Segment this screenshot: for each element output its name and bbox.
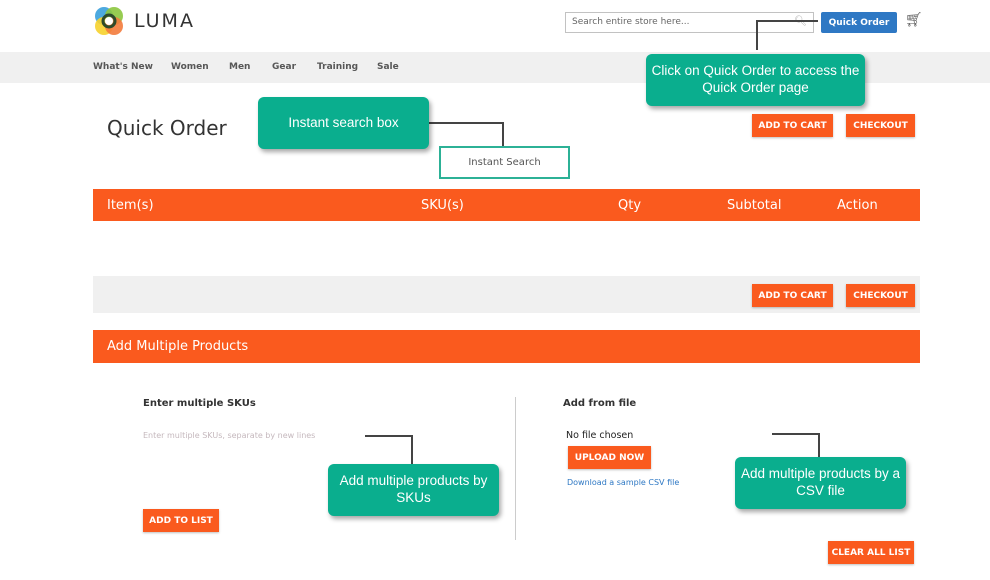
search-input[interactable]: Search entire store here...🔍︎: [565, 12, 814, 33]
checkout-button-bottom[interactable]: CHECKOUT: [846, 284, 915, 307]
nav-whats-new[interactable]: What's New: [93, 62, 153, 72]
nav-women[interactable]: Women: [171, 62, 209, 72]
connector-line: [502, 122, 504, 146]
callout-quick-order: Click on Quick Order to access the Quick…: [646, 54, 865, 106]
table-header: Item(s) SKU(s) Qty Subtotal Action: [93, 189, 920, 221]
add-multiple-header: Add Multiple Products: [93, 330, 920, 363]
skus-heading: Enter multiple SKUs: [143, 398, 256, 409]
page-title: Quick Order: [107, 116, 227, 140]
checkout-button-top[interactable]: CHECKOUT: [846, 114, 915, 137]
add-to-cart-button-bottom[interactable]: ADD TO CART: [752, 284, 833, 307]
col-action: Action: [837, 198, 878, 213]
col-qty: Qty: [618, 198, 642, 213]
connector-line: [756, 20, 758, 50]
nav-gear[interactable]: Gear: [272, 62, 296, 72]
sample-csv-link[interactable]: Download a sample CSV file: [567, 478, 679, 487]
clear-all-list-button[interactable]: CLEAR ALL LIST: [828, 541, 914, 564]
search-placeholder: Search entire store here...: [572, 17, 690, 27]
divider: [515, 397, 516, 540]
nav-sale[interactable]: Sale: [377, 62, 399, 72]
nav-training[interactable]: Training: [317, 62, 358, 72]
connector-line: [365, 435, 413, 437]
connector-line: [411, 435, 413, 465]
col-items: Item(s): [107, 198, 154, 213]
luma-logo[interactable]: LUMA: [94, 6, 195, 36]
quick-order-button[interactable]: Quick Order: [821, 12, 897, 33]
connector-line: [428, 122, 504, 124]
connector-line: [756, 20, 818, 22]
callout-instant-search: Instant search box: [258, 97, 429, 149]
upload-now-button[interactable]: UPLOAD NOW: [568, 446, 651, 469]
cart-icon[interactable]: 🛒︎: [905, 12, 923, 28]
instant-search-input[interactable]: Instant Search: [439, 146, 570, 179]
logo-text: LUMA: [134, 10, 195, 32]
file-input[interactable]: No file chosen: [566, 430, 633, 441]
add-to-cart-button-top[interactable]: ADD TO CART: [752, 114, 833, 137]
connector-line: [772, 433, 820, 435]
col-skus: SKU(s): [421, 198, 464, 213]
callout-csv: Add multiple products by a CSV file: [735, 457, 906, 509]
connector-line: [818, 433, 820, 457]
logo-icon: [95, 7, 123, 35]
file-heading: Add from file: [563, 398, 637, 409]
add-to-list-button[interactable]: ADD TO LIST: [143, 509, 219, 532]
col-subtotal: Subtotal: [727, 198, 782, 213]
callout-skus: Add multiple products by SKUs: [328, 464, 499, 516]
nav-men[interactable]: Men: [229, 62, 250, 72]
skus-textarea[interactable]: Enter multiple SKUs, separate by new lin…: [143, 431, 315, 440]
